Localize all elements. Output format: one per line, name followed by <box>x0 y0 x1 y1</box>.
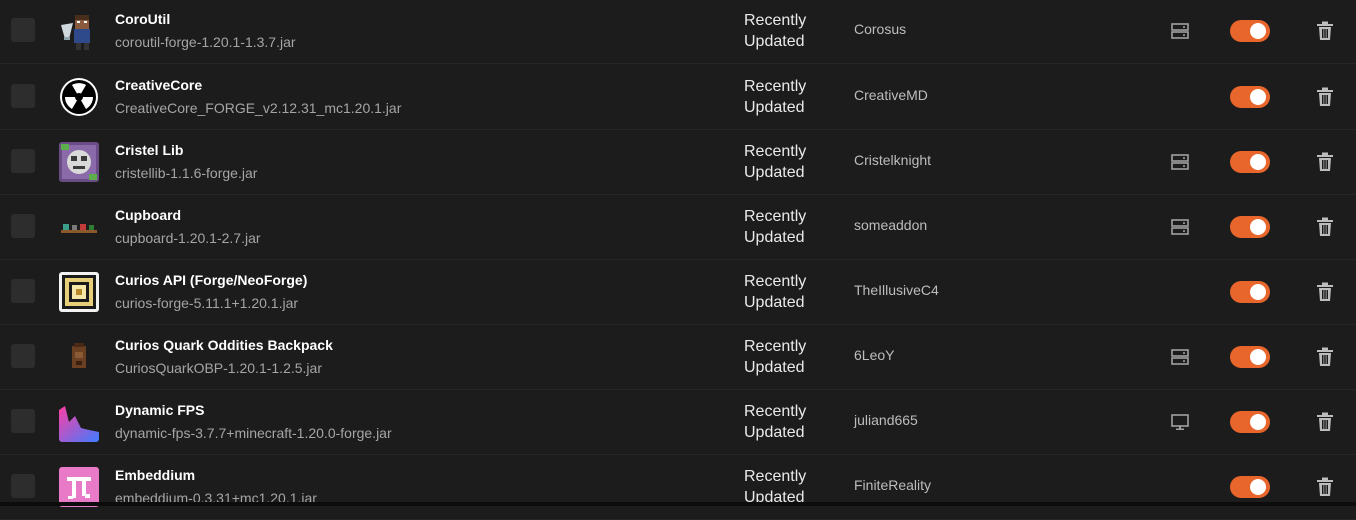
mod-filename: cristellib-1.1.6-forge.jar <box>115 165 258 181</box>
mod-status: Recently Updated <box>744 338 807 376</box>
enable-toggle[interactable] <box>1230 216 1270 238</box>
mod-author: 6LeoY <box>854 347 895 363</box>
mod-thumbnail <box>59 402 99 442</box>
mod-thumbnail <box>59 272 99 312</box>
server-icon <box>1171 23 1189 39</box>
mod-name: CoroUtil <box>115 11 171 27</box>
mod-status: Recently Updated <box>744 78 807 116</box>
list-item[interactable]: Cupboard cupboard-1.20.1-2.7.jar Recentl… <box>0 195 1356 260</box>
trash-icon[interactable] <box>1316 87 1334 107</box>
mod-filename: coroutil-forge-1.20.1-1.3.7.jar <box>115 34 296 50</box>
mod-thumbnail <box>59 77 99 117</box>
mod-author: FiniteReality <box>854 477 932 493</box>
mod-status: Recently Updated <box>744 208 807 246</box>
mod-filename: dynamic-fps-3.7.7+minecraft-1.20.0-forge… <box>115 425 392 441</box>
enable-toggle[interactable] <box>1230 411 1270 433</box>
enable-toggle[interactable] <box>1230 20 1270 42</box>
list-item[interactable]: Curios API (Forge/NeoForge) curios-forge… <box>0 260 1356 325</box>
select-checkbox[interactable] <box>11 344 35 368</box>
trash-icon[interactable] <box>1316 282 1334 302</box>
mod-status: Recently Updated <box>744 273 807 311</box>
select-checkbox[interactable] <box>11 474 35 498</box>
toggle-knob <box>1250 479 1266 495</box>
server-icon <box>1171 349 1189 365</box>
list-item[interactable]: Cristel Lib cristellib-1.1.6-forge.jar R… <box>0 130 1356 195</box>
mod-thumbnail <box>59 467 99 507</box>
select-checkbox[interactable] <box>11 84 35 108</box>
mod-name: Curios Quark Oddities Backpack <box>115 337 333 353</box>
mod-thumbnail <box>59 11 99 51</box>
toggle-knob <box>1250 284 1266 300</box>
trash-icon[interactable] <box>1316 347 1334 367</box>
enable-toggle[interactable] <box>1230 151 1270 173</box>
mod-name: CreativeCore <box>115 77 203 93</box>
list-item[interactable]: Embeddium embeddium-0.3.31+mc1.20.1.jar … <box>0 455 1356 520</box>
select-checkbox[interactable] <box>11 149 35 173</box>
select-checkbox[interactable] <box>11 18 35 42</box>
select-checkbox[interactable] <box>11 279 35 303</box>
mod-status: Recently Updated <box>744 403 807 441</box>
mod-thumbnail <box>59 207 99 247</box>
server-icon <box>1171 154 1189 170</box>
list-item[interactable]: CoroUtil coroutil-forge-1.20.1-1.3.7.jar… <box>0 0 1356 64</box>
mod-author: Corosus <box>854 21 907 37</box>
mod-name: Curios API (Forge/NeoForge) <box>115 272 308 288</box>
mod-filename: CuriosQuarkOBP-1.20.1-1.2.5.jar <box>115 360 322 376</box>
list-item[interactable]: Dynamic FPS dynamic-fps-3.7.7+minecraft-… <box>0 390 1356 455</box>
server-icon <box>1171 219 1189 235</box>
monitor-icon <box>1171 414 1189 430</box>
mod-name: Cristel Lib <box>115 142 184 158</box>
mod-name: Embeddium <box>115 467 196 483</box>
toggle-knob <box>1250 349 1266 365</box>
enable-toggle[interactable] <box>1230 346 1270 368</box>
mod-thumbnail <box>59 142 99 182</box>
toggle-knob <box>1250 219 1266 235</box>
select-checkbox[interactable] <box>11 409 35 433</box>
mod-author: juliand665 <box>854 412 918 428</box>
toggle-knob <box>1250 414 1266 430</box>
mod-thumbnail <box>59 337 99 377</box>
mod-filename: curios-forge-5.11.1+1.20.1.jar <box>115 295 299 311</box>
mod-filename: CreativeCore_FORGE_v2.12.31_mc1.20.1.jar <box>115 100 402 116</box>
toggle-knob <box>1250 154 1266 170</box>
trash-icon[interactable] <box>1316 21 1334 41</box>
enable-toggle[interactable] <box>1230 476 1270 498</box>
toggle-knob <box>1250 23 1266 39</box>
list-item[interactable]: Curios Quark Oddities Backpack CuriosQua… <box>0 325 1356 390</box>
trash-icon[interactable] <box>1316 152 1334 172</box>
mod-author: someaddon <box>854 217 928 233</box>
enable-toggle[interactable] <box>1230 86 1270 108</box>
list-item[interactable]: CreativeCore CreativeCore_FORGE_v2.12.31… <box>0 65 1356 130</box>
mod-status: Recently Updated <box>744 143 807 181</box>
mod-list: CoroUtil coroutil-forge-1.20.1-1.3.7.jar… <box>0 0 1356 520</box>
mod-name: Cupboard <box>115 207 182 223</box>
toggle-knob <box>1250 89 1266 105</box>
mod-author: Cristelknight <box>854 152 932 168</box>
mod-author: CreativeMD <box>854 87 928 103</box>
mod-name: Dynamic FPS <box>115 402 205 418</box>
mod-status: Recently Updated <box>744 12 807 50</box>
mod-filename: cupboard-1.20.1-2.7.jar <box>115 230 261 246</box>
select-checkbox[interactable] <box>11 214 35 238</box>
trash-icon[interactable] <box>1316 412 1334 432</box>
mod-author: TheIllusiveC4 <box>854 282 939 298</box>
bottom-edge <box>0 502 1356 506</box>
trash-icon[interactable] <box>1316 217 1334 237</box>
enable-toggle[interactable] <box>1230 281 1270 303</box>
trash-icon[interactable] <box>1316 477 1334 497</box>
